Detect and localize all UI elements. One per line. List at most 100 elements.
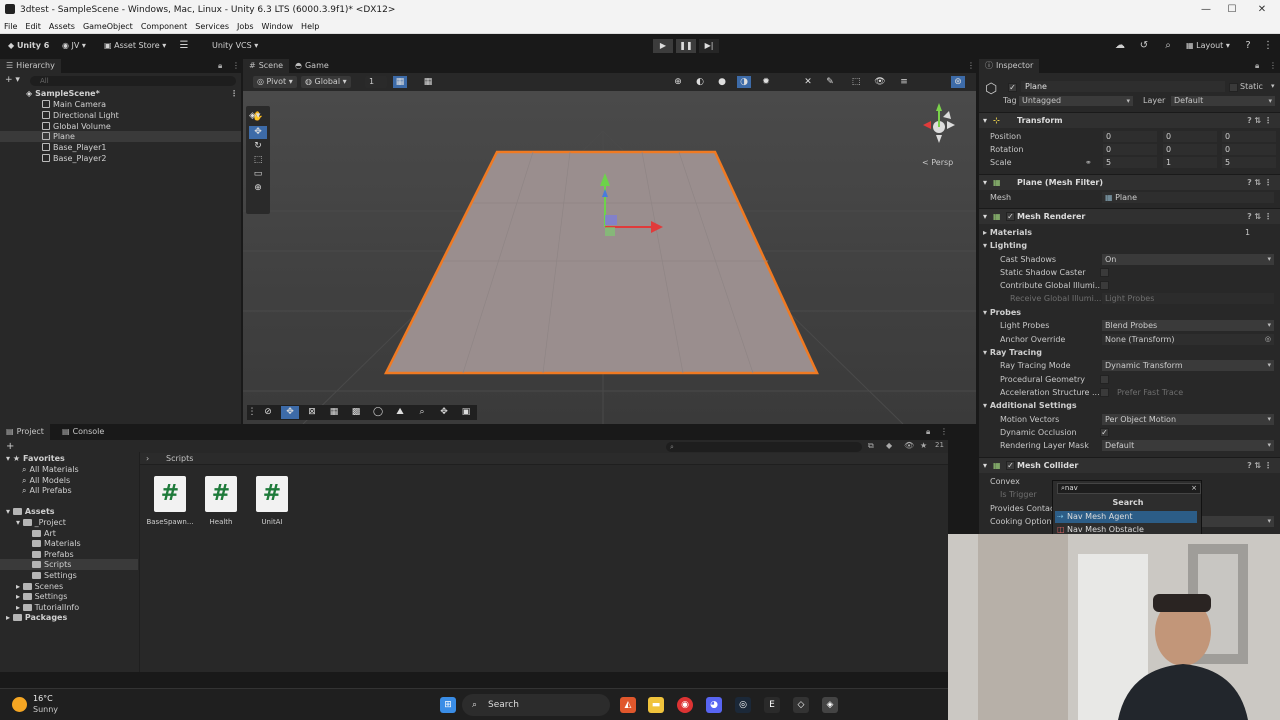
mesh-filter-header[interactable]: ▾ ▦ Plane (Mesh Filter) ? ⇅ ⋮: [979, 174, 1280, 190]
global-dropdown[interactable]: ◍ Global ▾: [301, 76, 351, 88]
visibility-toggle-icon[interactable]: 👁︎: [904, 441, 914, 450]
menu-services[interactable]: Services: [191, 20, 233, 31]
ray-tracing-mode-dropdown[interactable]: Dynamic Transform ▾: [1102, 360, 1274, 371]
transform-header[interactable]: ▾ ⊹ Transform ? ⇅ ⋮: [979, 112, 1280, 128]
active-checkbox[interactable]: ✓: [1008, 83, 1017, 92]
folder-scripts[interactable]: Scripts: [0, 559, 138, 570]
asset-unitai[interactable]: # UnitAI: [247, 476, 297, 526]
hierarchy-item-plane[interactable]: Plane: [0, 131, 241, 142]
static-shadow-checkbox[interactable]: [1100, 268, 1109, 277]
file-explorer-icon[interactable]: ▬: [648, 697, 664, 713]
project-search-input[interactable]: ⌕: [666, 442, 862, 452]
step-button[interactable]: ▶|: [699, 39, 719, 53]
vcs-button[interactable]: Unity VCS ▾: [208, 39, 262, 53]
panel-menu-icon[interactable]: ⋮: [1269, 61, 1277, 70]
filter-label-icon[interactable]: ◆: [886, 441, 892, 450]
folder-settings-project[interactable]: Settings: [32, 570, 77, 581]
rotation-z-field[interactable]: 0: [1222, 144, 1276, 155]
lighting-toggle-icon[interactable]: ◑: [737, 76, 751, 88]
menu-gameobject[interactable]: GameObject: [79, 20, 137, 31]
mesh-renderer-header[interactable]: ▾ ▦ ✓ Mesh Renderer ? ⇅ ⋮: [979, 208, 1280, 224]
persp-label[interactable]: < Persp: [922, 158, 953, 167]
snap-settings-icon[interactable]: ⊘: [259, 406, 277, 419]
target-icon[interactable]: ◎: [1265, 334, 1271, 345]
favorite-item-all-prefabs[interactable]: ⌕ All Prefabs: [22, 485, 72, 496]
scene-canvas[interactable]: < Persp: [243, 91, 976, 424]
transform-tool-icon[interactable]: ⊕: [249, 182, 267, 195]
pause-button[interactable]: ❚❚: [676, 39, 696, 53]
lock-icon[interactable]: 🔒︎: [926, 427, 930, 437]
move-tool-icon[interactable]: ✥: [249, 126, 267, 139]
menu-jobs[interactable]: Jobs: [233, 20, 258, 31]
play-button[interactable]: ▶: [653, 39, 673, 53]
ray-tracing-row[interactable]: ▾ Ray Tracing: [979, 346, 1280, 359]
history-icon[interactable]: ↺: [1136, 39, 1152, 53]
create-gizmo-icon[interactable]: ◈▾: [249, 111, 260, 121]
component-menu-icons[interactable]: ? ⇅ ⋮: [1247, 113, 1272, 129]
folder-settings[interactable]: ▸ Settings: [16, 591, 67, 602]
materials-count[interactable]: 1: [1245, 226, 1250, 239]
tab-inspector[interactable]: ⓘ Inspector: [979, 59, 1040, 73]
hierarchy-item-directional-light[interactable]: Directional Light: [0, 110, 241, 121]
lock-icon[interactable]: 🔒︎: [218, 61, 222, 71]
packages-row[interactable]: ▸ Packages: [6, 612, 67, 623]
help-icon[interactable]: ?: [1240, 39, 1256, 53]
cloud-icon[interactable]: ☁: [1112, 39, 1128, 53]
rect-tool-icon[interactable]: ▭: [249, 168, 267, 181]
rendering-layer-dropdown[interactable]: Default ▾: [1102, 440, 1274, 451]
light-probes-dropdown[interactable]: Blend Probes ▾: [1102, 320, 1274, 331]
create-asset-button[interactable]: +: [6, 441, 14, 452]
static-dropdown-icon[interactable]: ▾: [1271, 82, 1275, 90]
probes-row[interactable]: ▾ Probes: [979, 306, 1280, 319]
zoom-icon[interactable]: ⌕: [413, 406, 431, 419]
close-icon[interactable]: ✕: [1252, 3, 1272, 17]
component-menu-icons[interactable]: ? ⇅ ⋮: [1247, 209, 1272, 225]
rotate-tool-icon[interactable]: ↻: [249, 140, 267, 153]
favorite-filter-icon[interactable]: ★: [920, 441, 927, 450]
pivot-dropdown[interactable]: ◎ Pivot ▾: [253, 76, 297, 88]
create-button[interactable]: + ▾: [5, 75, 20, 85]
minimize-icon[interactable]: —: [1196, 3, 1216, 17]
project-divider[interactable]: [139, 452, 140, 672]
breadcrumb-scripts[interactable]: Scripts: [166, 454, 193, 463]
grid-icon[interactable]: ▦: [393, 76, 407, 88]
menu-help[interactable]: Help: [297, 20, 323, 31]
rotation-y-field[interactable]: 0: [1163, 144, 1217, 155]
hierarchy-item-base-player1[interactable]: Base_Player1: [0, 142, 241, 153]
cast-shadows-dropdown[interactable]: On ▾: [1102, 254, 1274, 265]
shaded-icon[interactable]: ●: [715, 76, 729, 88]
unity-menu-button[interactable]: ◆ Unity 6: [4, 39, 53, 53]
contribute-gi-checkbox[interactable]: [1100, 281, 1109, 290]
unity-hub-icon[interactable]: ◇: [793, 697, 809, 713]
scene-row[interactable]: ◈ SampleScene* ⋮: [0, 88, 241, 99]
scale-x-field[interactable]: 5: [1103, 157, 1157, 168]
probe-icon[interactable]: ▩: [347, 406, 365, 419]
taskbar-search-box[interactable]: ⌕ Search: [462, 694, 610, 716]
orientation-icon[interactable]: ⊕: [671, 76, 685, 88]
search-icon[interactable]: ⌕: [1160, 39, 1176, 53]
asset-health[interactable]: # Health: [196, 476, 246, 526]
more-icon[interactable]: ⋮: [1260, 39, 1276, 53]
position-x-field[interactable]: 0: [1103, 131, 1157, 142]
move-snap-icon[interactable]: ✥: [281, 406, 299, 419]
anchor-override-field[interactable]: None (Transform) ◎: [1102, 334, 1274, 345]
move-pivot-icon[interactable]: ✥: [435, 406, 453, 419]
account-button[interactable]: ◉ JV ▾: [58, 39, 90, 53]
position-z-field[interactable]: 0: [1222, 131, 1276, 142]
hidden-objects-icon[interactable]: ✕: [801, 76, 815, 88]
folder-project[interactable]: ▾ _Project: [16, 517, 66, 528]
object-name-field[interactable]: Plane: [1021, 81, 1225, 92]
component-search-input[interactable]: ⌕nav ×: [1057, 483, 1201, 494]
tag-dropdown[interactable]: Untagged ▾: [1019, 96, 1133, 106]
rotation-x-field[interactable]: 0: [1103, 144, 1157, 155]
favorite-item-all-materials[interactable]: ⌕ All Materials: [22, 464, 79, 475]
lock-icon[interactable]: 🔒︎: [1255, 61, 1259, 71]
mesh-collider-enabled-checkbox[interactable]: ✓: [1006, 461, 1015, 470]
result-nav-mesh-agent[interactable]: ⇢ Nav Mesh Agent: [1055, 511, 1197, 523]
tools-icon[interactable]: ✎: [823, 76, 837, 88]
unity-editor-icon[interactable]: ◈: [822, 697, 838, 713]
lighting-row[interactable]: ▾ Lighting: [979, 239, 1280, 252]
mesh-field[interactable]: ▦ Plane: [1102, 192, 1274, 203]
weather-temperature[interactable]: 16°C: [33, 694, 53, 703]
windows-start-icon[interactable]: ⊞: [440, 697, 456, 713]
